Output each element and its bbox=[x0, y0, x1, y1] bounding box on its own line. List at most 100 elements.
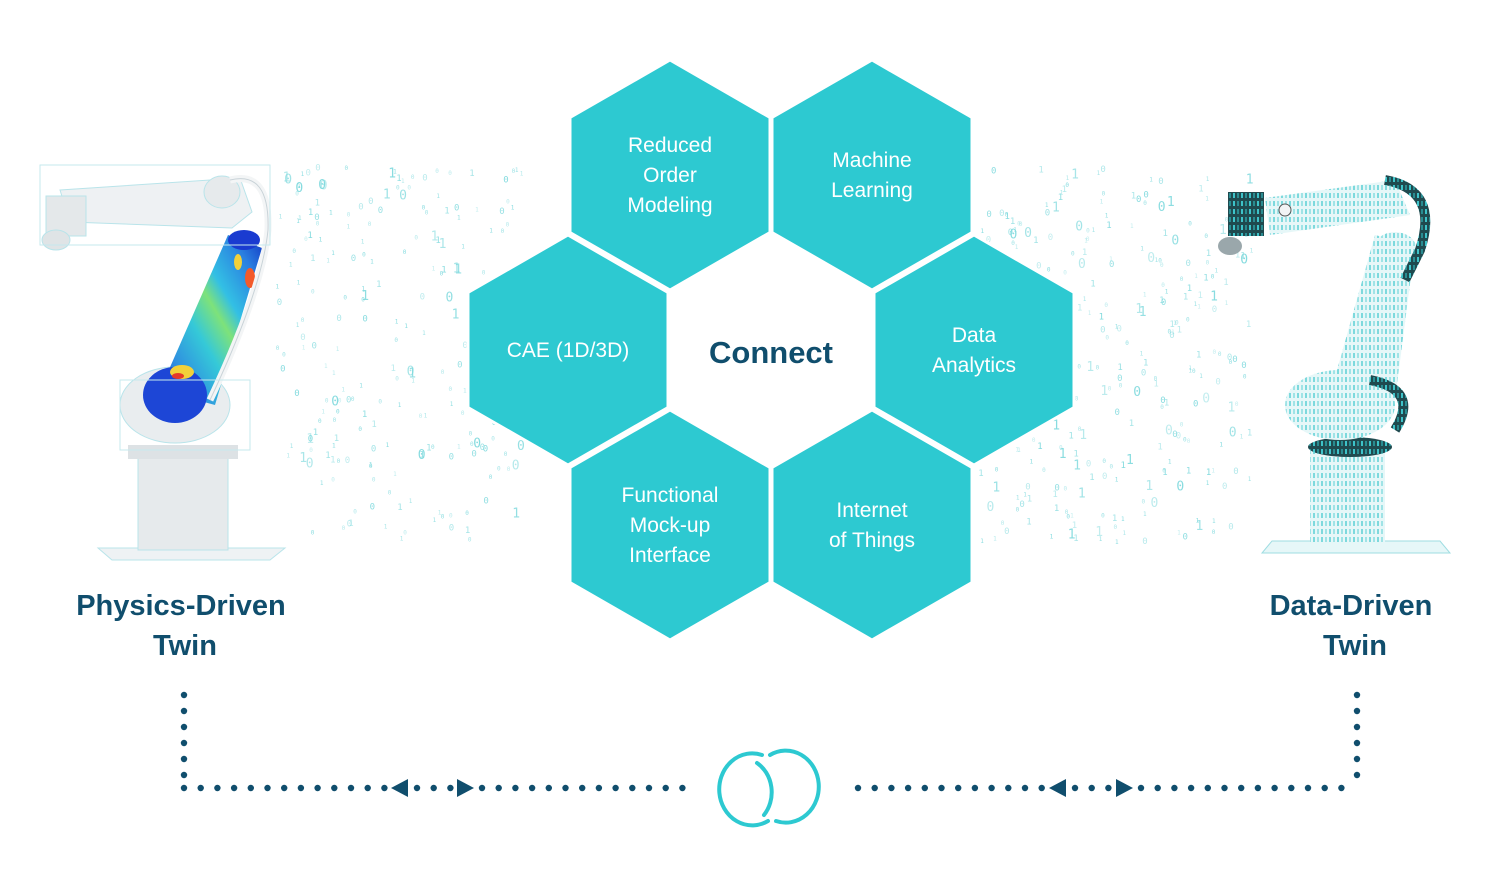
binary-digit: 1 bbox=[1139, 305, 1147, 320]
connector-dot bbox=[1038, 784, 1045, 792]
connector-dot bbox=[854, 784, 862, 792]
binary-digit: 0 bbox=[295, 181, 303, 196]
binary-digit: 1 bbox=[308, 208, 313, 218]
connector-dot bbox=[528, 784, 536, 792]
binary-digit: 0 bbox=[1172, 430, 1177, 440]
binary-digit: 0 bbox=[1158, 200, 1166, 215]
connector-dot bbox=[888, 784, 895, 792]
binary-digit: 0 bbox=[1143, 191, 1148, 201]
binary-digit: 0 bbox=[1086, 459, 1091, 469]
connector-dot bbox=[1137, 784, 1145, 792]
binary-digit: 0 bbox=[1019, 500, 1024, 510]
binary-digit: 0 bbox=[314, 213, 319, 223]
binary-digit: 0 bbox=[1064, 485, 1068, 492]
binary-digit: 1 bbox=[1095, 525, 1103, 540]
binary-digit: 0 bbox=[346, 395, 351, 405]
binary-digit: 0 bbox=[1243, 374, 1247, 381]
binary-digit: 0 bbox=[1176, 479, 1184, 494]
binary-digit: 0 bbox=[343, 294, 347, 301]
binary-digit: 0 bbox=[503, 176, 508, 186]
binary-digit: 1 bbox=[362, 410, 367, 420]
binary-digit: 0 bbox=[336, 409, 340, 416]
binary-digit: 1 bbox=[1131, 192, 1136, 202]
binary-digit: 1 bbox=[1219, 441, 1223, 448]
binary-digit: 1 bbox=[1143, 292, 1147, 299]
connector-dot bbox=[1105, 784, 1112, 792]
binary-digit: 1 bbox=[1123, 530, 1127, 537]
binary-digit: 0 bbox=[435, 168, 439, 175]
binary-digit: 0 bbox=[282, 351, 286, 358]
binary-digit: 1 bbox=[1079, 428, 1087, 443]
connector-dot bbox=[871, 784, 878, 792]
binary-digit: 0 bbox=[1240, 252, 1248, 267]
connector-dot bbox=[281, 784, 288, 792]
interlocking-rings-icon bbox=[717, 748, 821, 828]
binary-digit: 1 bbox=[1177, 530, 1181, 537]
binary-digit: 0 bbox=[399, 189, 407, 204]
connector-dot bbox=[331, 784, 338, 792]
binary-digit: 1 bbox=[397, 503, 402, 513]
binary-digit: 1 bbox=[1115, 323, 1119, 330]
binary-digit: 1 bbox=[1112, 514, 1117, 524]
connector-dot bbox=[1204, 784, 1212, 792]
binary-digit: 1 bbox=[992, 480, 1000, 495]
binary-digit: 0 bbox=[1086, 236, 1090, 243]
binary-digit: 1 bbox=[1121, 516, 1125, 523]
binary-digit: 0 bbox=[419, 413, 423, 420]
connector-dot bbox=[347, 784, 355, 792]
binary-digit: 0 bbox=[345, 165, 349, 172]
binary-digit: 0 bbox=[1187, 438, 1191, 445]
binary-digit: 0 bbox=[1001, 520, 1005, 527]
binary-digit: 1 bbox=[371, 420, 376, 430]
binary-digit: 0 bbox=[1025, 483, 1030, 493]
binary-digit: 1 bbox=[1211, 468, 1215, 475]
binary-digit: 0 bbox=[497, 465, 501, 472]
connector-dot bbox=[230, 784, 238, 792]
binary-digit: 0 bbox=[388, 490, 392, 497]
binary-digit: 1 bbox=[1030, 458, 1034, 465]
binary-digit: 0 bbox=[1100, 325, 1105, 335]
binary-digit: 1 bbox=[331, 250, 335, 257]
binary-digit: 1 bbox=[347, 224, 351, 231]
binary-digit: 0 bbox=[1142, 537, 1147, 547]
binary-digit: 0 bbox=[1101, 513, 1105, 520]
binary-digit: 1 bbox=[1083, 296, 1087, 303]
binary-digit: 1 bbox=[1099, 312, 1104, 322]
binary-digit: 1 bbox=[391, 364, 396, 374]
connector-dot bbox=[247, 784, 254, 792]
connector-dot bbox=[1171, 784, 1178, 792]
binary-digit: 1 bbox=[1247, 428, 1252, 438]
binary-digit: 0 bbox=[1005, 212, 1009, 219]
binary-digit: 1 bbox=[1070, 513, 1074, 520]
binary-digit: 1 bbox=[290, 443, 294, 450]
binary-digit: 0 bbox=[1141, 369, 1146, 379]
binary-digit: 0 bbox=[1188, 221, 1192, 228]
binary-digit: 0 bbox=[1171, 234, 1179, 249]
connector-dot bbox=[921, 784, 928, 792]
binary-digit: 1 bbox=[457, 444, 461, 451]
binary-digit: 0 bbox=[483, 496, 488, 506]
binary-digit: 1 bbox=[1199, 373, 1203, 380]
binary-digit: 0 bbox=[331, 477, 335, 484]
binary-digit: 0 bbox=[449, 524, 454, 534]
binary-digit: 0 bbox=[311, 288, 315, 295]
connector-dot bbox=[1353, 739, 1361, 747]
binary-digit: 0 bbox=[315, 163, 320, 173]
binary-digit: 1 bbox=[1250, 248, 1254, 255]
connector-dot bbox=[1353, 691, 1361, 699]
connector-dot bbox=[1271, 784, 1278, 792]
binary-digit: 1 bbox=[383, 187, 391, 202]
binary-digit: 1 bbox=[1167, 195, 1175, 210]
binary-digit: 0 bbox=[358, 426, 362, 433]
binary-digit: 0 bbox=[1115, 408, 1120, 418]
binary-digit: 0 bbox=[422, 174, 427, 184]
physics-driven-robot-image bbox=[39, 164, 287, 561]
binary-digit: 0 bbox=[465, 510, 469, 517]
connector-dot bbox=[1321, 784, 1328, 792]
binary-digit: 1 bbox=[279, 214, 283, 221]
connector-dot bbox=[955, 784, 962, 792]
binary-digit: 0 bbox=[1212, 529, 1216, 536]
connector-dot bbox=[495, 784, 502, 792]
binary-digit: 1 bbox=[1205, 195, 1209, 202]
binary-digit: 0 bbox=[1218, 351, 1222, 358]
